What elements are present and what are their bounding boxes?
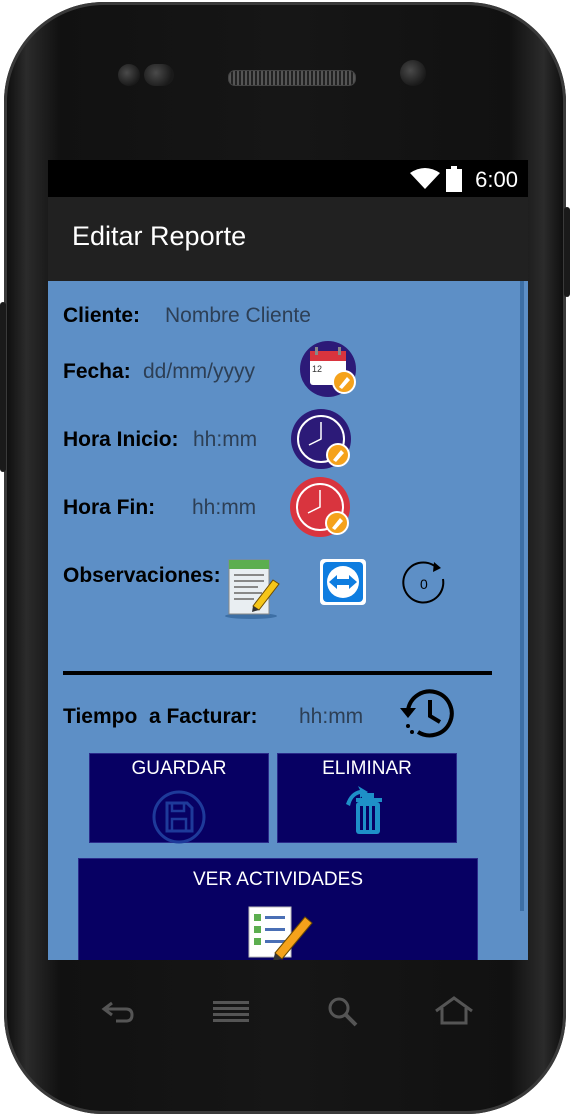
- wifi-icon: [410, 168, 440, 189]
- earpiece-speaker: [228, 70, 356, 86]
- calendar-day: 12: [312, 364, 322, 374]
- navigation-bar: [48, 965, 528, 1065]
- screen: 6:00 Editar Reporte Cliente: Nombre Clie…: [48, 160, 528, 960]
- guardar-button[interactable]: GUARDAR: [89, 753, 269, 844]
- eliminar-button[interactable]: ELIMINAR: [277, 753, 457, 843]
- eliminar-button-label: ELIMINAR: [322, 758, 412, 779]
- search-icon[interactable]: [326, 995, 360, 1029]
- app-bar: Editar Reporte: [48, 197, 528, 281]
- tiempo-facturar-label: Tiempo a Facturar:: [63, 705, 258, 728]
- proximity-sensor: [144, 64, 174, 86]
- hora-fin-field[interactable]: hh:mm: [192, 496, 256, 520]
- hora-inicio-field[interactable]: hh:mm: [193, 428, 257, 452]
- checklist-icon: [248, 906, 313, 960]
- power-button: [0, 302, 6, 472]
- cliente-label: Cliente:: [63, 304, 141, 327]
- tiempo-facturar-field[interactable]: hh:mm: [299, 705, 363, 729]
- trash-icon: [346, 786, 382, 834]
- hora-inicio-label: Hora Inicio:: [63, 428, 179, 451]
- ver-actividades-button[interactable]: VER ACTIVIDADES: [78, 858, 478, 960]
- timer-icon[interactable]: 0: [401, 559, 449, 607]
- home-icon[interactable]: [433, 995, 475, 1027]
- calendar-edit-icon[interactable]: 12: [298, 341, 360, 397]
- light-sensor: [400, 60, 426, 86]
- teamviewer-icon[interactable]: [320, 559, 366, 605]
- ver-actividades-button-label: VER ACTIVIDADES: [193, 869, 363, 890]
- status-time: 6:00: [475, 167, 518, 192]
- timer-value: 0: [420, 576, 428, 592]
- fecha-label: Fecha:: [63, 360, 131, 383]
- notes-edit-icon[interactable]: [223, 556, 283, 620]
- floppy-disk-icon: [152, 790, 206, 844]
- guardar-button-label: GUARDAR: [131, 758, 227, 779]
- divider: [63, 671, 492, 675]
- battery-icon: [446, 166, 462, 192]
- hora-fin-label: Hora Fin:: [63, 496, 156, 519]
- clock-edit-icon[interactable]: [291, 409, 355, 471]
- volume-button: [564, 207, 570, 297]
- fecha-field[interactable]: dd/mm/yyyy: [143, 360, 255, 384]
- menu-icon[interactable]: [211, 995, 251, 1025]
- history-clock-icon[interactable]: [398, 686, 458, 742]
- page-title: Editar Reporte: [72, 221, 247, 251]
- form-content: Cliente: Nombre Cliente Fecha: dd/mm/yyy…: [48, 281, 528, 960]
- clock-red-edit-icon[interactable]: [290, 477, 354, 539]
- cliente-field[interactable]: Nombre Cliente: [165, 304, 311, 328]
- front-camera: [118, 64, 140, 86]
- scrollbar[interactable]: [520, 281, 524, 911]
- observaciones-label: Observaciones:: [63, 564, 221, 587]
- back-icon[interactable]: [98, 995, 138, 1025]
- status-bar: 6:00: [48, 160, 528, 197]
